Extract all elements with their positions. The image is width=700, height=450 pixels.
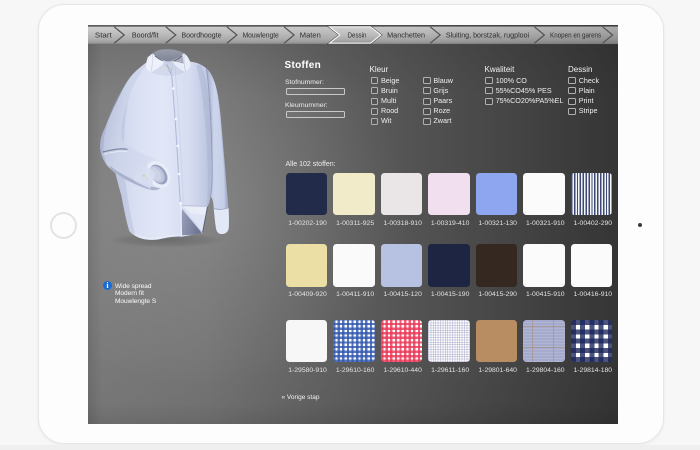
svg-text:Knopen en garens: Knopen en garens xyxy=(550,33,602,40)
svg-text:Start: Start xyxy=(95,33,112,40)
svg-text:Manchetten: Manchetten xyxy=(387,33,425,40)
svg-text:Maten: Maten xyxy=(300,33,321,40)
svg-text:Sluiting, borstzak, rugplooi: Sluiting, borstzak, rugplooi xyxy=(446,33,530,40)
svg-text:Boordhoogte: Boordhoogte xyxy=(181,33,221,40)
svg-text:Dessin: Dessin xyxy=(348,33,367,40)
svg-text:Boord/fit: Boord/fit xyxy=(132,33,159,40)
svg-text:Mouwlengte: Mouwlengte xyxy=(243,33,279,40)
